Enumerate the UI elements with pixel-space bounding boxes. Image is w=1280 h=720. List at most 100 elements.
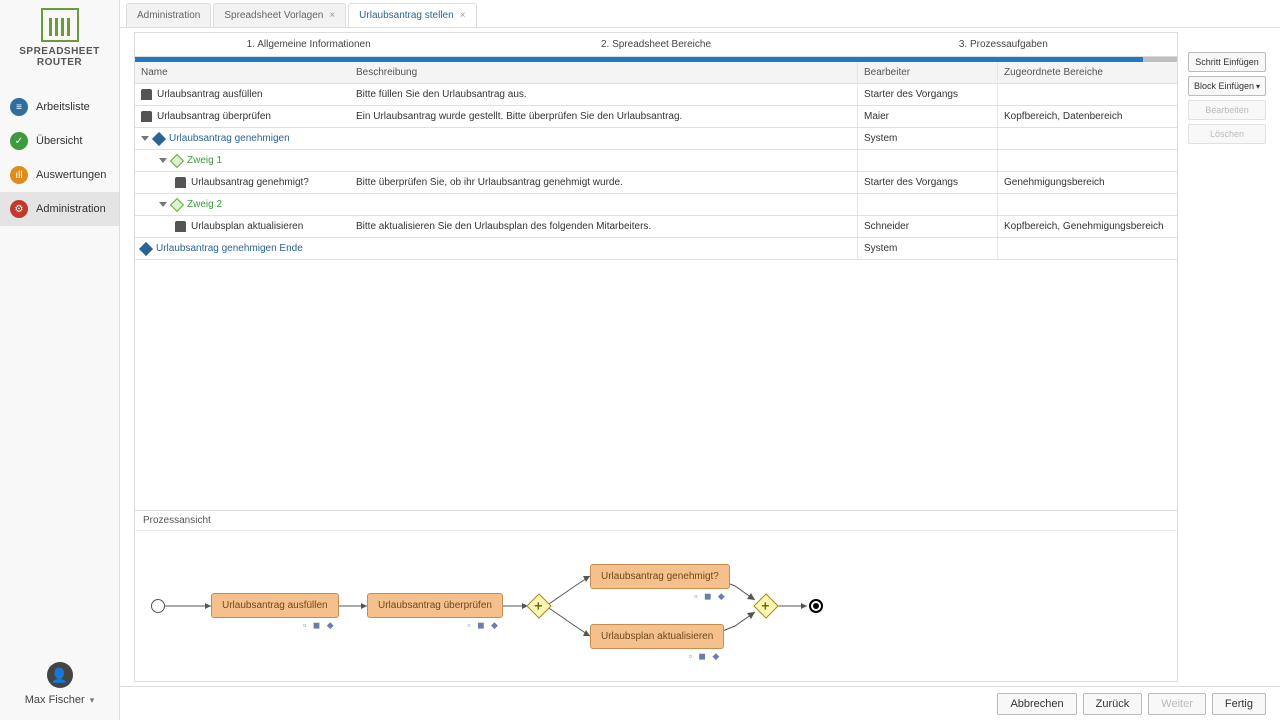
row-name: Zweig 1: [187, 155, 222, 166]
nav-list: ≡ Arbeitsliste ✓ Übersicht ıllAuswertungen⚙A…: [0, 90, 119, 226]
wizard-step-1[interactable]: 1. Allgemeine Informationen: [135, 33, 482, 56]
cell-bearbeiter: [857, 194, 997, 215]
cell-name: Urlaubsantrag genehmigen Ende: [135, 238, 350, 259]
bpmn-task-node[interactable]: Urlaubsantrag genehmigt? ▫ ◼ ◆: [590, 564, 730, 589]
insert-block-button[interactable]: Block Einfügen▾: [1188, 76, 1266, 96]
expand-icon[interactable]: [159, 202, 167, 207]
sidebar-footer: 👤 Max Fischer ▾: [25, 662, 95, 706]
table-row[interactable]: Urlaubsantrag genehmigenSystem: [135, 128, 1177, 150]
table-row[interactable]: Urlaubsantrag genehmigt?Bitte überprüfen…: [135, 172, 1177, 194]
node-markers-icon: ▫ ◼ ◆: [303, 620, 336, 631]
user-icon: [175, 177, 186, 188]
next-button[interactable]: Weiter: [1148, 693, 1206, 715]
sidebar-item-arbeitsliste[interactable]: ≡ Arbeitsliste: [0, 90, 119, 124]
sidebar-item-administration[interactable]: ⚙Administration: [0, 192, 119, 226]
row-name: Urlaubsantrag überprüfen: [157, 111, 271, 122]
row-name: Urlaubsplan aktualisieren: [191, 221, 303, 232]
cell-bearbeiter: Starter des Vorgangs: [857, 84, 997, 105]
node-label: Urlaubsantrag überprüfen: [378, 600, 492, 611]
username-text: Max Fischer: [25, 694, 85, 706]
tab-urlaubsantrag-stellen[interactable]: Urlaubsantrag stellen×: [348, 3, 476, 27]
cell-zugeordnete: [997, 150, 1177, 171]
sidebar-item-label: Arbeitsliste: [36, 101, 90, 113]
col-zugeordnete[interactable]: Zugeordnete Bereiche: [997, 62, 1177, 83]
cell-desc: [350, 128, 857, 149]
tab-label: Administration: [137, 10, 200, 21]
node-markers-icon: ▫ ◼ ◆: [467, 620, 500, 631]
expand-icon[interactable]: [141, 136, 149, 141]
insert-step-button[interactable]: Schritt Einfügen: [1188, 52, 1266, 72]
close-icon[interactable]: ×: [460, 10, 466, 21]
node-markers-icon: ▫ ◼ ◆: [694, 591, 727, 602]
split-icon: [170, 153, 184, 167]
side-actions: Schritt Einfügen Block Einfügen▾ Bearbei…: [1188, 32, 1266, 682]
split-icon: [170, 197, 184, 211]
bpmn-start-event[interactable]: [151, 599, 165, 613]
tab-bar: Administration Spreadsheet Vorlagen×Urlau…: [120, 0, 1280, 28]
cell-desc: Ein Urlaubsantrag wurde gestellt. Bitte …: [350, 106, 857, 127]
table-row[interactable]: Urlaubsantrag ausfüllenBitte füllen Sie …: [135, 84, 1177, 106]
username[interactable]: Max Fischer ▾: [25, 694, 95, 706]
cell-name: Zweig 1: [135, 150, 350, 171]
cell-desc: Bitte aktualisieren Sie den Urlaubsplan …: [350, 216, 857, 237]
sidebar-item-label: Auswertungen: [36, 169, 106, 181]
cell-name: Urlaubsantrag ausfüllen: [135, 84, 350, 105]
col-name[interactable]: Name: [135, 62, 350, 83]
sidebar-item-auswertungen[interactable]: ıllAuswertungen: [0, 158, 119, 192]
process-diagram: Urlaubsantrag ausfüllen ▫ ◼ ◆ Urlaubsant…: [135, 531, 1177, 681]
task-table: Name Beschreibung Bearbeiter Zugeordnete…: [135, 62, 1177, 510]
table-row[interactable]: Urlaubsantrag überprüfen Ein Urlaubsantra…: [135, 106, 1177, 128]
cell-zugeordnete: [997, 194, 1177, 215]
cell-zugeordnete: Genehmigungsbereich: [997, 172, 1177, 193]
check-icon: ✓: [10, 132, 28, 150]
avatar[interactable]: 👤: [47, 662, 73, 688]
main: AdministrationSpreadsheet Vorlagen×Urlau…: [120, 0, 1280, 720]
bpmn-task-node[interactable]: Urlaubsantrag überprüfen ▫ ◼ ◆: [367, 593, 503, 618]
insert-block-label: Block Einfügen: [1194, 81, 1254, 91]
tab-spreadsheet-vorlagen[interactable]: Spreadsheet Vorlagen×: [213, 3, 346, 27]
delete-button[interactable]: Löschen: [1188, 124, 1266, 144]
wizard-step-2[interactable]: 2. Spreadsheet Bereiche: [482, 33, 829, 56]
table-row[interactable]: Urlaubsplan aktualisieren Bitte aktualisi…: [135, 216, 1177, 238]
cell-bearbeiter: Maier: [857, 106, 997, 127]
col-bearbeiter[interactable]: Bearbeiter: [857, 62, 997, 83]
edit-button[interactable]: Bearbeiten: [1188, 100, 1266, 120]
node-markers-icon: ▫ ◼ ◆: [689, 651, 722, 662]
node-label: Urlaubsplan aktualisieren: [601, 631, 713, 642]
bpmn-task-node[interactable]: Urlaubsplan aktualisieren ▫ ◼ ◆: [590, 624, 724, 649]
expand-icon[interactable]: [159, 158, 167, 163]
bpmn-end-event[interactable]: [809, 599, 823, 613]
cancel-button[interactable]: Abbrechen: [997, 693, 1076, 715]
cell-desc: Bitte füllen Sie den Urlaubsantrag aus.: [350, 84, 857, 105]
logo-line2: ROUTER: [10, 57, 110, 68]
cell-desc: [350, 238, 857, 259]
cell-name: Urlaubsantrag überprüfen: [135, 106, 350, 127]
node-label: Urlaubsantrag ausfüllen: [222, 600, 328, 611]
finish-button[interactable]: Fertig: [1212, 693, 1266, 715]
cell-name: Zweig 2: [135, 194, 350, 215]
row-name: Urlaubsantrag genehmigen Ende: [156, 243, 303, 254]
cell-zugeordnete: Kopfbereich, Datenbereich: [997, 106, 1177, 127]
logo-line1: SPREADSHEET: [10, 46, 110, 57]
close-icon[interactable]: ×: [329, 10, 335, 21]
cell-name: Urlaubsplan aktualisieren: [135, 216, 350, 237]
bpmn-task-node[interactable]: Urlaubsantrag ausfüllen ▫ ◼ ◆: [211, 593, 339, 618]
table-row[interactable]: Zweig 2: [135, 194, 1177, 216]
row-name: Zweig 2: [187, 199, 222, 210]
table-row[interactable]: Urlaubsantrag genehmigen EndeSystem: [135, 238, 1177, 260]
diamond-icon: [152, 131, 166, 145]
cell-zugeordnete: [997, 128, 1177, 149]
back-button[interactable]: Zurück: [1083, 693, 1143, 715]
sidebar-item-übersicht[interactable]: ✓ Übersicht: [0, 124, 119, 158]
tab-administration[interactable]: Administration: [126, 3, 211, 27]
wizard-steps: 1. Allgemeine Informationen 2. Spreadshe…: [135, 33, 1177, 57]
list-icon: ≡: [10, 98, 28, 116]
sidebar-item-label: Übersicht: [36, 135, 82, 147]
cell-bearbeiter: System: [857, 128, 997, 149]
cell-bearbeiter: Schneider: [857, 216, 997, 237]
col-desc[interactable]: Beschreibung: [350, 62, 857, 83]
table-row[interactable]: Zweig 1: [135, 150, 1177, 172]
wizard-step-3[interactable]: 3. Prozessaufgaben: [830, 33, 1177, 56]
chevron-down-icon: ▾: [1256, 82, 1260, 91]
cell-bearbeiter: Starter des Vorgangs: [857, 172, 997, 193]
